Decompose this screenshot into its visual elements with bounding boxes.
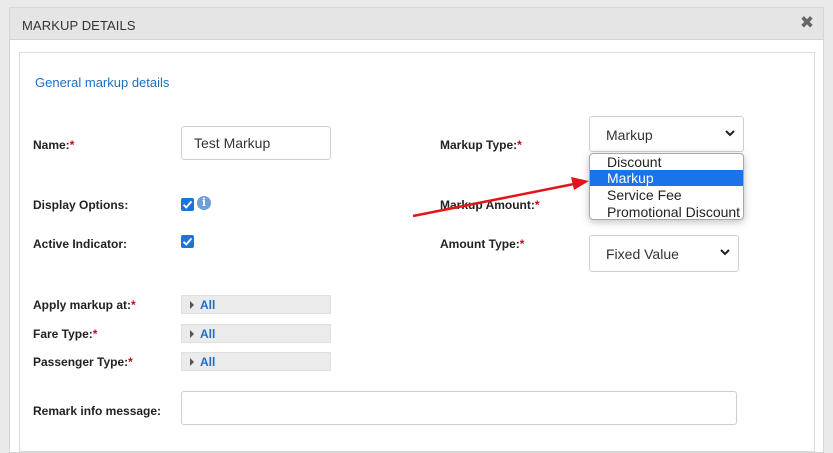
fare-type-label: Fare Type:*: [33, 327, 98, 341]
apply-markup-at-label: Apply markup at:*: [33, 298, 136, 312]
markup-type-select[interactable]: Markup: [589, 116, 744, 152]
remark-info-message-field[interactable]: [181, 391, 737, 425]
remark-info-message-label: Remark info message:: [33, 404, 162, 418]
caret-right-icon: [190, 358, 194, 366]
amount-type-selected: Fixed Value: [606, 246, 679, 262]
passenger-type-label: Passenger Type:*: [33, 355, 133, 369]
markup-type-selected: Markup: [606, 127, 653, 143]
markup-type-label: Markup Type:*: [440, 138, 522, 152]
markup-type-dropdown-list: Discount Markup Service Fee Promotional …: [589, 153, 744, 220]
passenger-type-field[interactable]: All: [181, 352, 331, 371]
chevron-down-icon: [725, 130, 735, 137]
modal-header: MARKUP DETAILS ✖: [10, 8, 823, 40]
amount-type-select[interactable]: Fixed Value: [589, 235, 739, 272]
dropdown-option-discount[interactable]: Discount: [590, 154, 743, 170]
dropdown-option-service-fee[interactable]: Service Fee: [590, 187, 743, 203]
display-options-checkbox[interactable]: [181, 198, 194, 211]
apply-markup-at-field[interactable]: All: [181, 295, 331, 314]
markup-details-modal: MARKUP DETAILS ✖ General markup details: [9, 7, 824, 453]
dropdown-option-markup[interactable]: Markup: [590, 170, 743, 186]
dropdown-option-promotional-discount[interactable]: Promotional Discount: [590, 204, 743, 219]
amount-type-label: Amount Type:*: [440, 237, 525, 251]
info-icon[interactable]: i: [197, 196, 211, 210]
modal-title: MARKUP DETAILS: [22, 18, 136, 33]
chevron-down-icon: [720, 249, 730, 256]
name-field[interactable]: [181, 126, 331, 160]
name-label: Name:*: [33, 138, 75, 152]
caret-right-icon: [190, 330, 194, 338]
active-indicator-label: Active Indicator:: [33, 237, 128, 251]
close-icon[interactable]: ✖: [799, 14, 815, 32]
fare-type-field[interactable]: All: [181, 324, 331, 343]
active-indicator-checkbox[interactable]: [181, 235, 194, 248]
markup-amount-label: Markup Amount:*: [440, 198, 540, 212]
caret-right-icon: [190, 301, 194, 309]
display-options-label: Display Options:: [33, 198, 129, 212]
section-title: General markup details: [35, 75, 170, 90]
